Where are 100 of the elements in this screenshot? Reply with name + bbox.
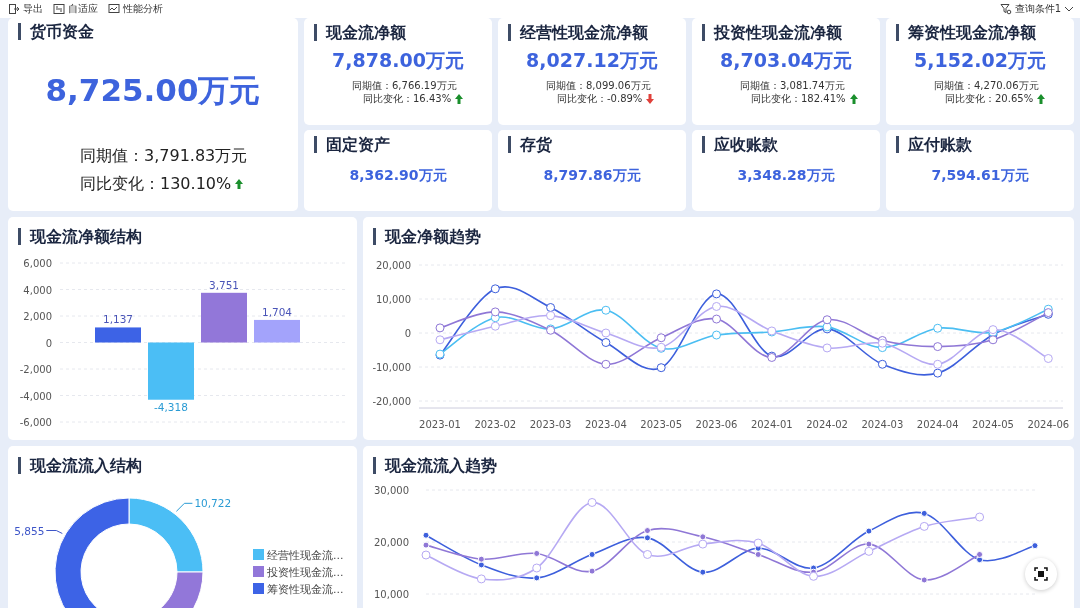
point — [1031, 542, 1039, 550]
card-title: 应付账款 — [896, 136, 972, 153]
axis-label: -2,000 — [19, 364, 52, 375]
leader-line — [45, 530, 63, 534]
point — [477, 555, 485, 563]
point — [877, 359, 887, 369]
point — [976, 556, 984, 564]
point — [601, 338, 611, 348]
point — [490, 284, 500, 294]
axis-label: 0 — [45, 337, 52, 349]
axis-label: 6,000 — [23, 258, 52, 269]
legend-label: 投资性现金流… — [267, 566, 344, 578]
point — [1043, 354, 1053, 363]
axis-label: 20,000 — [376, 260, 411, 271]
leader-line — [175, 502, 193, 512]
point — [754, 550, 762, 558]
point — [588, 567, 596, 575]
point — [712, 330, 721, 340]
card-title: 现金流流入结构 — [18, 457, 142, 474]
axis-label: 20,000 — [374, 537, 409, 548]
legend-label: 经营性现金流… — [267, 549, 344, 561]
card-title: 固定资产 — [314, 136, 390, 153]
prior-value: 同期值：3,081.74万元 — [740, 79, 845, 92]
point — [601, 305, 611, 315]
metric-value: 8,362.90万元 — [349, 167, 447, 185]
metric-value: 8,725.00万元 — [45, 71, 261, 110]
metric-value: 3,348.28万元 — [737, 167, 835, 185]
metric-value: 7,878.00万元 — [332, 48, 464, 73]
axis-label: 4,000 — [23, 284, 52, 296]
point — [933, 359, 943, 369]
point — [865, 527, 873, 535]
data-label: 1,704 — [261, 305, 293, 318]
point — [933, 342, 943, 352]
point — [976, 550, 984, 558]
axis-label: -10,000 — [372, 362, 411, 373]
axis-label: 30,000 — [374, 485, 409, 496]
card-title: 现金净额趋势 — [373, 228, 481, 245]
toolbar-button[interactable]: 导出 — [8, 2, 43, 16]
axis-label: 2023-06 — [695, 419, 738, 430]
card-title: 现金流净额结构 — [18, 228, 142, 245]
point — [490, 307, 500, 317]
point — [588, 550, 596, 558]
axis-label: 2023-05 — [640, 419, 683, 430]
point — [809, 571, 819, 581]
change-value: 同比变化：-0.89% — [557, 92, 643, 105]
axis-label: 2024-04 — [916, 419, 959, 430]
chart-icon — [108, 3, 120, 15]
point — [975, 512, 985, 522]
point — [533, 549, 541, 557]
card-title: 存货 — [508, 136, 552, 153]
axis-label: 2024-01 — [750, 419, 793, 430]
point — [865, 540, 873, 548]
export-icon — [8, 3, 20, 15]
query-dropdown[interactable]: 查询条件1 — [999, 2, 1074, 16]
metric-value: 8,027.12万元 — [526, 48, 658, 73]
axis-label: 2024-02 — [806, 419, 848, 430]
point — [546, 311, 556, 321]
prior-value: 同期值：3,791.83万元 — [80, 145, 248, 167]
point — [988, 335, 998, 345]
point — [421, 550, 431, 560]
axis-label: 2023-03 — [529, 419, 572, 430]
card-title: 现金流流入趋势 — [373, 457, 497, 474]
fullscreen-button[interactable] — [1025, 558, 1057, 590]
point — [476, 574, 486, 584]
toolbar-button[interactable]: 性能分析 — [108, 2, 163, 16]
toolbar-button[interactable]: 自适应 — [53, 2, 98, 16]
fullscreen-icon — [1034, 567, 1048, 581]
card-title: 投资性现金流净额 — [702, 24, 842, 41]
point — [422, 541, 430, 549]
axis-label: -4,000 — [19, 390, 52, 402]
point — [642, 549, 652, 559]
axis-label: 2024-06 — [1027, 419, 1069, 430]
point — [920, 576, 928, 584]
point — [656, 333, 666, 343]
metric-value: 7,594.61万元 — [931, 167, 1029, 185]
data-label: 5,855 — [14, 524, 45, 537]
prior-value: 同期值：8,099.06万元 — [546, 79, 651, 92]
prior-value: 同期值：6,766.19万元 — [352, 79, 457, 92]
data-label: 1,137 — [102, 313, 134, 326]
point — [712, 301, 721, 311]
legend-label: 筹资性现金流… — [267, 583, 344, 595]
point — [532, 563, 542, 573]
point — [435, 335, 445, 345]
change-value: 同比变化：130.10% — [80, 173, 232, 195]
point — [753, 538, 763, 548]
axis-label: 2024-05 — [972, 419, 1014, 430]
layout-icon — [53, 3, 65, 15]
point — [422, 531, 430, 539]
point — [546, 303, 556, 312]
change-value: 同比变化：20.65% — [945, 92, 1034, 105]
point — [933, 323, 943, 333]
point — [601, 359, 611, 369]
axis-label: -20,000 — [372, 396, 411, 407]
point — [587, 497, 597, 507]
card-title: 经营性现金流净额 — [508, 24, 648, 41]
point — [919, 521, 929, 531]
axis-label: 0 — [404, 328, 411, 339]
point — [601, 328, 611, 338]
axis-label: 2023-04 — [585, 419, 627, 430]
axis-label: 2,000 — [23, 311, 52, 322]
